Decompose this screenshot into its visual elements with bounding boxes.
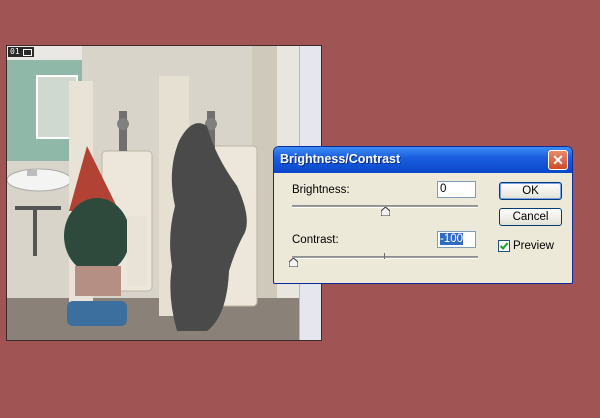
brightness-label: Brightness: xyxy=(292,184,350,196)
contrast-label: Contrast: xyxy=(292,234,339,246)
dialog-title: Brightness/Contrast xyxy=(280,152,401,166)
document-number: 01 xyxy=(10,47,20,56)
close-icon: ✕ xyxy=(552,152,564,168)
checkmark-icon xyxy=(499,242,509,250)
document-icon xyxy=(22,48,32,56)
close-button[interactable]: ✕ xyxy=(548,150,568,170)
brightness-slider-thumb[interactable] xyxy=(380,207,390,216)
contrast-center-tick xyxy=(384,253,385,259)
brightness-input[interactable]: 0 xyxy=(437,181,476,198)
brightness-contrast-dialog: Brightness/Contrast ✕ Brightness: 0 Cont… xyxy=(273,146,573,284)
document-badge: 01 xyxy=(8,47,34,57)
preview-checkbox[interactable] xyxy=(498,240,510,252)
preview-label[interactable]: Preview xyxy=(513,240,554,252)
contrast-input[interactable]: -100 xyxy=(437,231,476,248)
dialog-titlebar[interactable]: Brightness/Contrast ✕ xyxy=(274,147,572,173)
cancel-button[interactable]: Cancel xyxy=(499,208,562,226)
contrast-slider-track[interactable] xyxy=(292,256,478,259)
ok-button[interactable]: OK xyxy=(499,182,562,200)
contrast-slider-thumb[interactable] xyxy=(288,258,298,267)
